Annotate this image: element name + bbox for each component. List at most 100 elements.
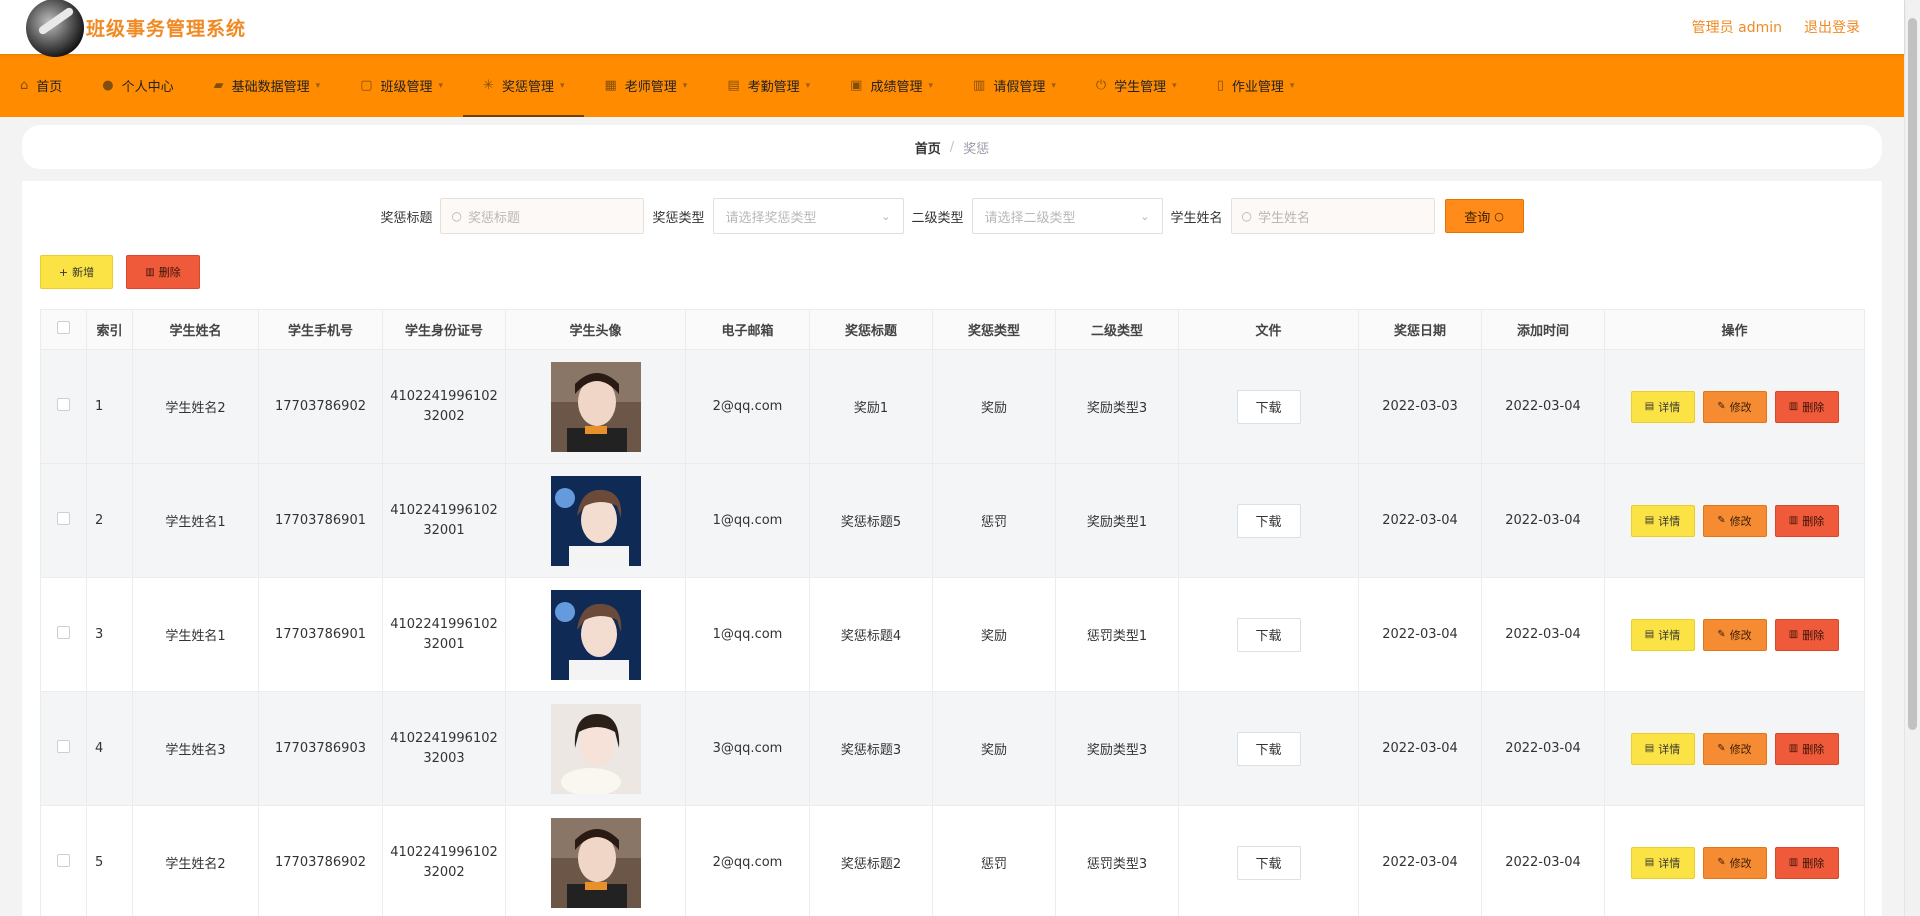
bulk-delete-button[interactable]: ▥ 删除 bbox=[126, 255, 200, 289]
added-time-cell: 2022-03-04 bbox=[1481, 691, 1605, 806]
id-card-cell: 4102241996102 32002 bbox=[382, 805, 506, 916]
nav-item-award[interactable]: ✳ 奖惩管理 ▾ bbox=[463, 54, 585, 117]
nav-item-home[interactable]: ⌂ 首页 bbox=[0, 54, 82, 117]
calendar-icon: ▤ bbox=[727, 78, 740, 93]
id-card-line: 4102241996102 bbox=[390, 844, 498, 860]
phone-cell: 17703786901 bbox=[258, 577, 383, 692]
current-user[interactable]: 管理员 admin bbox=[1692, 17, 1782, 37]
subtype-cell: 惩罚类型1 bbox=[1055, 577, 1179, 692]
row-select-cell bbox=[40, 577, 87, 692]
row-select-cell bbox=[40, 349, 87, 464]
edit-button[interactable]: ✎ 修改 bbox=[1702, 390, 1767, 423]
student-avatar[interactable] bbox=[550, 703, 641, 794]
class-icon: ▢ bbox=[360, 78, 373, 93]
edit-button[interactable]: ✎ 修改 bbox=[1702, 504, 1767, 537]
row-select-cell bbox=[40, 463, 87, 578]
subtype-cell: 奖励类型3 bbox=[1055, 691, 1179, 806]
row-checkbox[interactable] bbox=[57, 626, 70, 639]
nav-item-label: 考勤管理 bbox=[747, 80, 800, 95]
detail-button[interactable]: ▤ 详情 bbox=[1630, 732, 1695, 765]
query-label: 查询 bbox=[1464, 210, 1491, 226]
title-filter-input[interactable]: ○ 奖惩标题 bbox=[440, 198, 645, 234]
download-button[interactable]: 下载 bbox=[1236, 845, 1301, 880]
delete-button[interactable]: ▥ 删除 bbox=[1774, 504, 1839, 537]
action-bar: + 新增 ▥ 删除 bbox=[40, 255, 200, 289]
student-avatar[interactable] bbox=[550, 361, 641, 452]
nav-item-student[interactable]: ⏻ 学生管理 ▾ bbox=[1076, 54, 1197, 117]
id-card-line: 32003 bbox=[423, 750, 465, 766]
delete-button[interactable]: ▥ 删除 bbox=[1774, 846, 1839, 879]
download-button[interactable]: 下载 bbox=[1236, 617, 1301, 652]
avatar-cell bbox=[505, 349, 686, 464]
student-avatar[interactable] bbox=[550, 475, 641, 566]
detail-button[interactable]: ▤ 详情 bbox=[1630, 390, 1695, 423]
name-filter-input[interactable]: ○ 学生姓名 bbox=[1230, 198, 1435, 234]
trash-icon: ▥ bbox=[1788, 401, 1799, 412]
row-checkbox[interactable] bbox=[57, 854, 70, 867]
detail-label: 详情 bbox=[1658, 514, 1681, 528]
nav-item-label: 奖惩管理 bbox=[501, 80, 554, 95]
column-header: 奖惩日期 bbox=[1358, 309, 1482, 350]
add-button[interactable]: + 新增 bbox=[40, 255, 113, 289]
nav-item-attendance[interactable]: ▤ 考勤管理 ▾ bbox=[707, 54, 830, 117]
edit-button[interactable]: ✎ 修改 bbox=[1702, 732, 1767, 765]
logout-link[interactable]: 退出登录 bbox=[1804, 17, 1860, 37]
trash-icon: ▥ bbox=[1788, 629, 1799, 640]
student-name-cell: 学生姓名1 bbox=[132, 463, 259, 578]
chevron-down-icon: ⌄ bbox=[881, 209, 891, 223]
column-header: 学生姓名 bbox=[132, 309, 259, 350]
subtype-cell: 奖励类型1 bbox=[1055, 463, 1179, 578]
award-table: 索引 学生姓名 学生手机号 学生身份证号 学生头像 电子邮箱 奖惩标题 奖惩类型… bbox=[40, 309, 1865, 916]
pencil-icon: ✎ bbox=[1717, 515, 1726, 526]
phone-cell: 17703786902 bbox=[258, 805, 383, 916]
page-scrollbar[interactable] bbox=[1904, 0, 1920, 916]
type-filter-label: 奖惩类型 bbox=[652, 210, 705, 226]
trash-icon: ▥ bbox=[1788, 743, 1799, 754]
select-all-cell bbox=[40, 309, 87, 350]
delete-button[interactable]: ▥ 删除 bbox=[1774, 732, 1839, 765]
phone-cell: 17703786903 bbox=[258, 691, 383, 806]
delete-button[interactable]: ▥ 删除 bbox=[1774, 618, 1839, 651]
operations-cell: ▤ 详情 ✎ 修改 ▥ 删除 bbox=[1604, 349, 1865, 464]
data-icon: ▰ bbox=[213, 78, 224, 93]
detail-button[interactable]: ▤ 详情 bbox=[1630, 618, 1695, 651]
type-filter-select[interactable]: 请选择奖惩类型 ⌄ bbox=[712, 198, 904, 234]
avatar-cell bbox=[505, 691, 686, 806]
nav-item-homework[interactable]: ▯ 作业管理 ▾ bbox=[1197, 54, 1315, 117]
nav-item-profile[interactable]: ● 个人中心 bbox=[82, 54, 193, 117]
nav-item-score[interactable]: ▣ 成绩管理 ▾ bbox=[830, 54, 953, 117]
nav-item-leave[interactable]: ▥ 请假管理 ▾ bbox=[953, 54, 1076, 117]
select-all-checkbox[interactable] bbox=[57, 321, 70, 334]
row-checkbox[interactable] bbox=[57, 512, 70, 525]
nav-item-class[interactable]: ▢ 班级管理 ▾ bbox=[340, 54, 463, 117]
award-date-cell: 2022-03-03 bbox=[1358, 349, 1482, 464]
award-title-cell: 奖惩标题5 bbox=[809, 463, 933, 578]
delete-button[interactable]: ▥ 删除 bbox=[1774, 390, 1839, 423]
row-checkbox[interactable] bbox=[57, 740, 70, 753]
chevron-down-icon: ▾ bbox=[1172, 80, 1177, 91]
column-header: 操作 bbox=[1604, 309, 1865, 350]
award-icon: ✳ bbox=[483, 78, 494, 93]
download-button[interactable]: 下载 bbox=[1236, 503, 1301, 538]
row-checkbox[interactable] bbox=[57, 398, 70, 411]
query-button[interactable]: 查询 ○ bbox=[1444, 199, 1524, 233]
download-button[interactable]: 下载 bbox=[1236, 731, 1301, 766]
download-button[interactable]: 下载 bbox=[1236, 389, 1301, 424]
user-icon: ● bbox=[102, 78, 114, 93]
student-avatar[interactable] bbox=[550, 817, 641, 908]
nav-item-base-data[interactable]: ▰ 基础数据管理 ▾ bbox=[194, 54, 341, 117]
nav-item-teacher[interactable]: ▦ 老师管理 ▾ bbox=[584, 54, 707, 117]
scrollbar-thumb[interactable] bbox=[1908, 18, 1917, 730]
edit-button[interactable]: ✎ 修改 bbox=[1702, 618, 1767, 651]
student-avatar[interactable] bbox=[550, 589, 641, 680]
subtype-filter-select[interactable]: 请选择二级类型 ⌄ bbox=[971, 198, 1163, 234]
breadcrumb-home[interactable]: 首页 bbox=[915, 138, 941, 157]
detail-button[interactable]: ▤ 详情 bbox=[1630, 846, 1695, 879]
id-card-line: 4102241996102 bbox=[390, 502, 498, 518]
file-cell: 下载 bbox=[1178, 463, 1359, 578]
top-header: 班级事务管理系统 管理员 admin 退出登录 bbox=[0, 0, 1904, 57]
name-filter-placeholder: 学生姓名 bbox=[1258, 210, 1311, 226]
edit-button[interactable]: ✎ 修改 bbox=[1702, 846, 1767, 879]
edit-label: 修改 bbox=[1729, 628, 1752, 642]
detail-button[interactable]: ▤ 详情 bbox=[1630, 504, 1695, 537]
